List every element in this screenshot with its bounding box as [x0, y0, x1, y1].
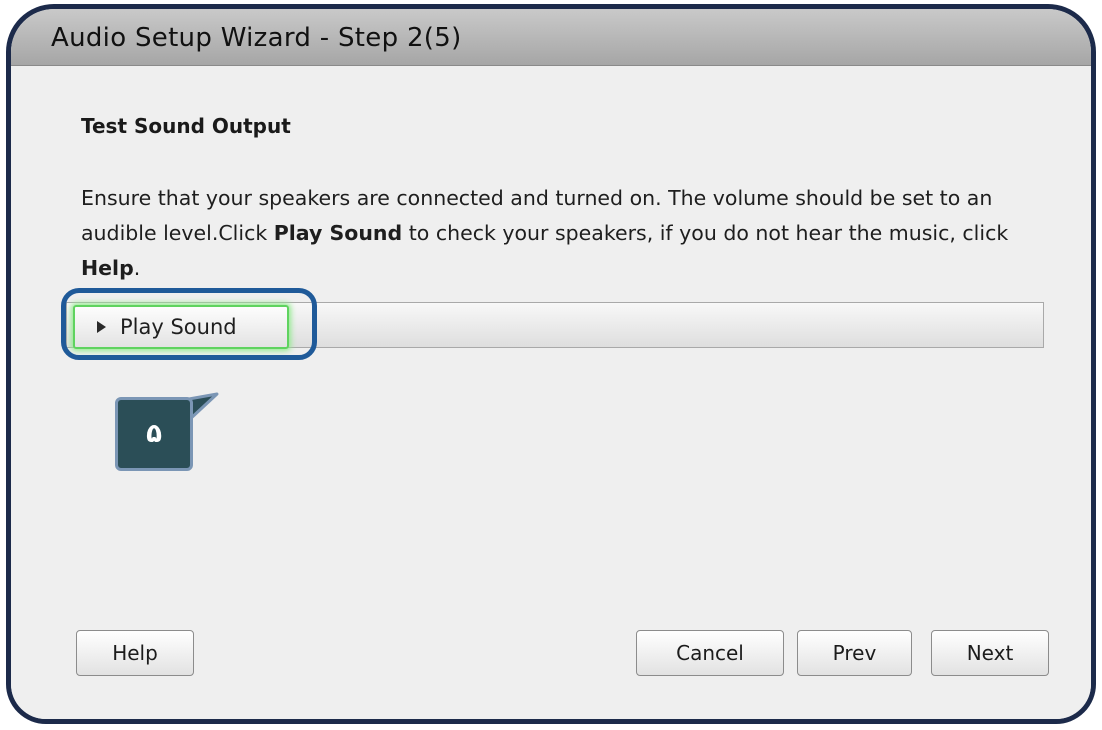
window-title: Audio Setup Wizard - Step 2(5)	[51, 23, 462, 53]
section-title: Test Sound Output	[81, 114, 291, 138]
annotation-highlight-box	[61, 288, 317, 360]
help-button[interactable]: Help	[76, 630, 194, 676]
wizard-window: Audio Setup Wizard - Step 2(5) Test Soun…	[6, 4, 1096, 724]
instructions-part2: to check your speakers, if you do not he…	[402, 221, 1009, 245]
instructions-play-sound-bold: Play Sound	[273, 221, 403, 245]
instructions-part3: .	[133, 256, 141, 280]
prev-button[interactable]: Prev	[797, 630, 912, 676]
annotation-callout: ۵	[115, 397, 193, 471]
wizard-content: Test Sound Output Ensure that your speak…	[11, 66, 1091, 719]
title-bar: Audio Setup Wizard - Step 2(5)	[11, 9, 1091, 66]
annotation-number: ۵	[146, 419, 162, 449]
instructions-text: Ensure that your speakers are connected …	[81, 181, 1071, 286]
cancel-button[interactable]: Cancel	[636, 630, 784, 676]
instructions-help-bold: Help	[81, 256, 134, 280]
next-button[interactable]: Next	[931, 630, 1049, 676]
